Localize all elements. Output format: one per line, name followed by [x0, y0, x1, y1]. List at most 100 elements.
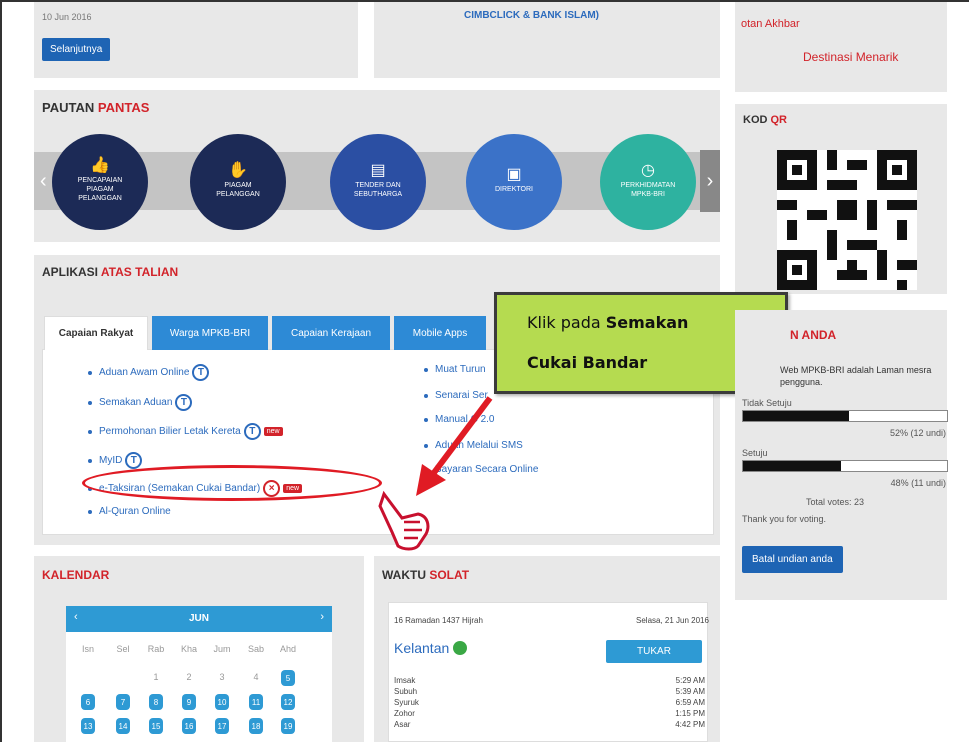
news-link-2[interactable]: Destinasi Menarik	[803, 50, 898, 64]
calendar-next-icon[interactable]: ›	[320, 611, 324, 623]
calendar-date[interactable]: 5	[281, 670, 295, 686]
news-panel: 10 Jun 2016 Selanjutnya	[34, 2, 358, 78]
calendar-date[interactable]: 18	[249, 718, 263, 734]
gregorian-date: Selasa, 21 Jun 2016	[636, 616, 709, 625]
opt1-bar	[742, 410, 948, 422]
read-more-button[interactable]: Selanjutnya	[42, 38, 111, 61]
calendar-date[interactable]: 16	[182, 718, 196, 734]
prayer-time: 5:39 AM	[675, 687, 705, 696]
opt1-label: Tidak Setuju	[742, 398, 792, 408]
t-badge-icon: T	[192, 364, 210, 381]
calendar-date[interactable]: 2	[175, 672, 203, 682]
calendar-date[interactable]: 3	[208, 672, 236, 682]
carousel-prev-icon[interactable]: ‹	[40, 170, 47, 193]
pautan-item-0[interactable]: 👍 PENCAPAIAN PIAGAM PELANGGAN	[52, 134, 148, 230]
pautan-item-1[interactable]: ✋ PIAGAM PELANGGAN	[190, 134, 286, 230]
carousel-next-icon[interactable]: ›	[700, 150, 720, 212]
callout-bold1: Semakan	[605, 313, 689, 332]
calendar-date[interactable]: 15	[149, 718, 163, 734]
pointing-hand-icon	[378, 490, 430, 551]
directory-icon: ▣	[506, 166, 522, 183]
bullet-icon	[88, 429, 92, 434]
app-link-label: Muat Turun	[435, 364, 486, 375]
calendar-date[interactable]: 9	[182, 694, 196, 710]
calendar-date[interactable]: 12	[281, 694, 295, 710]
bullet-icon	[424, 367, 428, 372]
vote-total: Total votes: 23	[806, 497, 865, 507]
qr-title-b: QR	[770, 114, 788, 126]
promo-text[interactable]: CIMBCLICK & BANK ISLAM)	[464, 10, 599, 21]
vote-thanks: Thank you for voting.	[742, 514, 827, 524]
app-link-1[interactable]: Semakan Aduan T	[88, 394, 193, 411]
clock-icon: ◷	[641, 161, 655, 179]
pautan-item-label: PERKHIDMATAN MPKB-BRI	[620, 181, 676, 198]
calendar-date[interactable]: 8	[149, 694, 163, 710]
prayer-name: Syuruk	[394, 698, 419, 707]
opt2-result: 48% (11 undi)	[890, 478, 946, 488]
handshake-icon: ✋	[228, 161, 248, 179]
pautan-title-b: PANTAS	[97, 100, 150, 115]
tab-warga-mpkb[interactable]: Warga MPKB-BRI	[152, 316, 268, 350]
app-link-label: Permohonan Bilier Letak Kereta	[99, 426, 241, 437]
calendar-weekday: Jum	[213, 644, 231, 654]
t-badge-icon: T	[175, 394, 193, 411]
opt2-bar	[742, 460, 948, 472]
calendar-weekday: Sab	[247, 644, 264, 654]
cancel-vote-button[interactable]: Batal undian anda	[742, 546, 843, 573]
pautan-item-2[interactable]: ▤ TENDER DAN SEBUTHARGA	[330, 134, 426, 230]
pautan-item-label: PENCAPAIAN PIAGAM PELANGGAN	[77, 177, 123, 202]
app-link-right-0[interactable]: Muat Turun	[424, 364, 486, 375]
calendar-date[interactable]: 14	[116, 718, 130, 734]
opt2-bar-fill	[743, 461, 841, 471]
app-link-2[interactable]: Permohonan Bilier Letak Kereta Tnew	[88, 423, 283, 440]
calendar-date[interactable]: 7	[116, 694, 130, 710]
promo-panel: CIMBCLICK & BANK ISLAM)	[374, 2, 720, 78]
qr-title: KOD QR	[743, 114, 787, 126]
app-link-5[interactable]: Al-Quran Online	[88, 506, 171, 517]
prayer-name: Asar	[394, 720, 411, 729]
calendar-date[interactable]: 17	[215, 718, 229, 734]
pautan-title-a: PAUTAN	[42, 100, 98, 115]
calendar-date[interactable]: 10	[215, 694, 229, 710]
calendar-date[interactable]: 19	[281, 718, 295, 734]
app-link-0[interactable]: Aduan Awam Online T	[88, 364, 210, 381]
calendar-date[interactable]: 4	[242, 672, 270, 682]
app-link-3[interactable]: MyID T	[88, 452, 143, 469]
pautan-item-3[interactable]: ▣ DIREKTORI	[466, 134, 562, 230]
qr-title-a: KOD	[743, 114, 771, 126]
pautan-pantas-panel: PAUTAN PANTAS ‹ › 👍 PENCAPAIAN PIAGAM PEL…	[34, 90, 720, 242]
tukar-button[interactable]: TUKAR	[606, 640, 702, 663]
calendar-date[interactable]: 13	[81, 718, 95, 734]
calendar-date[interactable]: 6	[81, 694, 95, 710]
pautan-item-4[interactable]: ◷ PERKHIDMATAN MPKB-BRI	[600, 134, 696, 230]
app-link-label: Aduan Awam Online	[99, 367, 190, 378]
state-label: Kelantan	[394, 640, 450, 656]
pautan-item-label: PIAGAM PELANGGAN	[216, 181, 260, 198]
aplikasi-title: APLIKASI ATAS TALIAN	[42, 265, 178, 279]
aplikasi-title-b: ATAS TALIAN	[100, 265, 179, 279]
calendar-date[interactable]: 11	[249, 694, 263, 710]
pautan-item-label: DIREKTORI	[495, 186, 533, 193]
solat-title: WAKTU SOLAT	[382, 568, 469, 582]
prayer-name: Imsak	[394, 676, 416, 685]
news-date: 10 Jun 2016	[42, 12, 92, 22]
bullet-icon	[88, 400, 92, 405]
solat-title-a: WAKTU	[382, 568, 430, 582]
bullet-icon	[88, 370, 92, 375]
calendar-weekday: Sel	[116, 644, 130, 654]
prayer-name: Zohor	[394, 709, 415, 718]
news-link-1[interactable]: otan Akhbar	[741, 18, 800, 30]
calendar-weekday: Isn	[81, 644, 94, 654]
pautan-title: PAUTAN PANTAS	[42, 100, 149, 115]
calendar-date[interactable]: 1	[142, 672, 170, 682]
app-link-label: Semakan Aduan	[99, 397, 173, 408]
tab-capaian-kerajaan[interactable]: Capaian Kerajaan	[272, 316, 390, 350]
qr-code-image	[777, 150, 917, 290]
callout-line1: Klik pada Semakan	[527, 313, 688, 332]
callout-prefix: Klik pada	[527, 313, 606, 332]
calendar-header: ‹ JUN ›	[66, 606, 332, 632]
prayer-time: 4:42 PM	[675, 720, 705, 729]
prayer-time: 1:15 PM	[675, 709, 705, 718]
tab-mobile-apps[interactable]: Mobile Apps	[394, 316, 486, 350]
tab-capaian-rakyat[interactable]: Capaian Rakyat	[44, 316, 148, 350]
